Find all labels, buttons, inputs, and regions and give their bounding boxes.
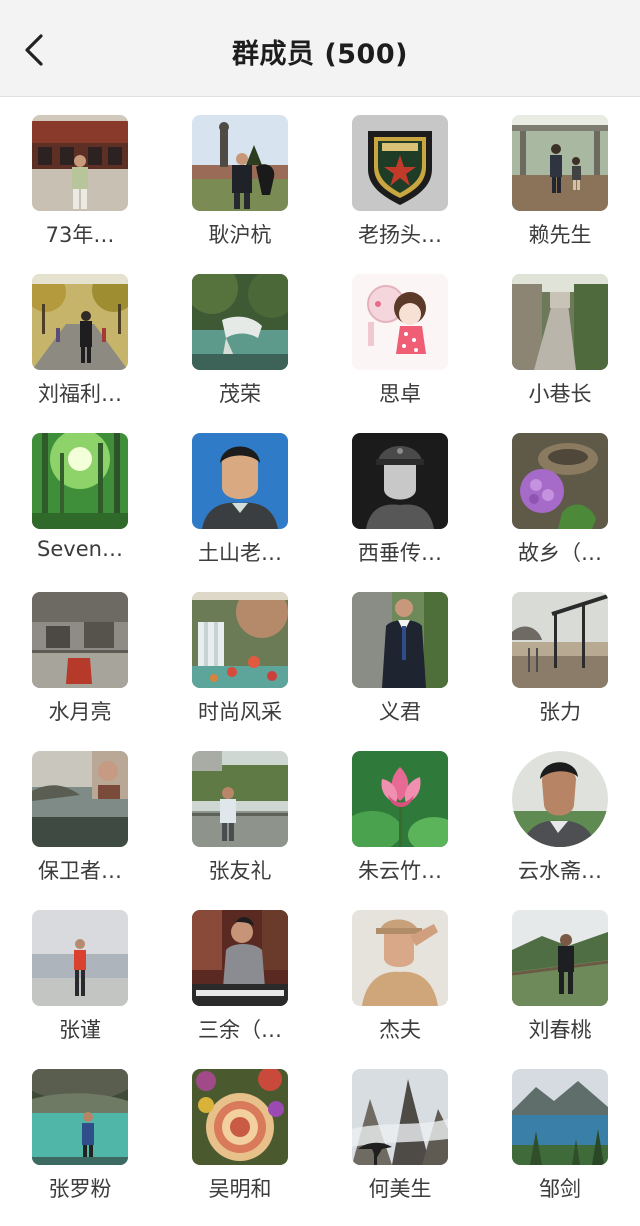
member-name: 刘福利… [38,382,122,406]
portrait-salute [352,910,448,1006]
member-name: 张罗粉 [48,1177,112,1201]
member-name: 义君 [379,700,421,724]
member-name: 邹剑 [539,1177,581,1201]
portrait-soldier-bw [352,433,448,529]
member-item[interactable]: 耿沪杭 [160,112,320,271]
photo-lake-mountains [512,1069,608,1165]
photo-man-mountain [512,910,608,1006]
member-name: 张力 [539,700,581,724]
member-item[interactable]: 杰夫 [320,907,480,1066]
photo-lotus [352,751,448,847]
member-name: 思卓 [379,382,421,406]
member-name: 茂荣 [219,382,261,406]
member-name: 吴明和 [208,1177,272,1201]
page-title: 群成员 (500) [232,39,408,70]
member-row: 刘福利… 茂荣 思卓 小巷长 [0,271,640,430]
member-item[interactable]: 73年… [0,112,160,271]
member-item[interactable]: 土山老… [160,430,320,589]
photo-man-suit [352,592,448,688]
member-name: 张谨 [59,1018,101,1042]
photo-man-building [32,115,128,211]
member-name: 土山老… [198,541,282,565]
member-name: 张友礼 [208,859,272,883]
member-name: 何美生 [368,1177,432,1201]
member-name: 云水斋… [518,859,602,883]
photo-hydrangea [512,433,608,529]
member-name: 老扬头… [358,223,442,247]
member-row: 张罗粉 吴明和 何美生 邹剑 [0,1066,640,1225]
member-name: 耿沪杭 [208,223,272,247]
member-item[interactable]: 小巷长 [480,271,640,430]
member-name: 时尚风采 [198,700,282,724]
member-name: 保卫者… [38,859,122,883]
member-item[interactable]: 云水斋… [480,748,640,907]
member-name: 小巷长 [528,382,592,406]
member-item[interactable]: 张力 [480,589,640,748]
cartoon-girl [352,274,448,370]
member-row: 张谨 三余（… 杰夫 刘春桃 [0,907,640,1066]
member-item[interactable]: Seven… [0,430,160,589]
member-item[interactable]: 故乡（… [480,430,640,589]
photo-man-piano [192,910,288,1006]
member-name: Seven… [37,537,123,561]
member-row: 水月亮 时尚风采 义君 张力 [0,589,640,748]
portrait-circle [512,751,608,847]
member-item[interactable]: 水月亮 [0,589,160,748]
photo-rock-carving [32,592,128,688]
photo-cave-lake [32,1069,128,1165]
member-item[interactable]: 张罗粉 [0,1066,160,1225]
member-name: 故乡（… [518,541,602,565]
navigation-bar: 群成员 (500) [0,0,640,97]
member-item[interactable]: 刘福利… [0,271,160,430]
photo-boardwalk [512,115,608,211]
member-name: 三余（… [198,1018,282,1042]
member-item[interactable]: 思卓 [320,271,480,430]
member-row: 保卫者… 张友礼 朱云竹… 云水斋… [0,748,640,907]
member-name: 水月亮 [48,700,112,724]
member-row: 73年… 耿沪杭 老扬头… 赖先生 [0,112,640,271]
member-item[interactable]: 时尚风采 [160,589,320,748]
photo-park-structure [512,592,608,688]
member-name: 杰夫 [379,1018,421,1042]
photo-man-statue [192,115,288,211]
member-item[interactable]: 保卫者… [0,748,160,907]
member-row: Seven… 土山老… 西垂传… 故乡（… [0,430,640,589]
army-badge [352,115,448,211]
member-grid: 73年… 耿沪杭 老扬头… 赖先生 刘福利… 茂荣 思卓 小巷长 Seven… … [0,112,640,1225]
painting-mountains [352,1069,448,1165]
member-item[interactable]: 张谨 [0,907,160,1066]
member-item[interactable]: 三余（… [160,907,320,1066]
photo-alley [512,274,608,370]
photo-avenue [32,274,128,370]
photo-waterfall-green [192,274,288,370]
photo-man-railing [192,751,288,847]
photo-waterfall-flowers [192,592,288,688]
member-item[interactable]: 赖先生 [480,112,640,271]
photo-lake-portrait [32,751,128,847]
member-item[interactable]: 刘春桃 [480,907,640,1066]
member-item[interactable]: 义君 [320,589,480,748]
member-item[interactable]: 朱云竹… [320,748,480,907]
member-item[interactable]: 张友礼 [160,748,320,907]
member-name: 73年… [45,223,115,247]
member-name: 西垂传… [358,541,442,565]
member-item[interactable]: 吴明和 [160,1066,320,1225]
member-name: 朱云竹… [358,859,442,883]
member-item[interactable]: 邹剑 [480,1066,640,1225]
photo-forest-sun [32,433,128,529]
member-item[interactable]: 老扬头… [320,112,480,271]
member-name: 赖先生 [528,223,592,247]
photo-man-beach [32,910,128,1006]
member-item[interactable]: 茂荣 [160,271,320,430]
member-name: 刘春桃 [528,1018,592,1042]
member-item[interactable]: 何美生 [320,1066,480,1225]
photo-chrysanthemum [192,1069,288,1165]
portrait-blue [192,433,288,529]
member-item[interactable]: 西垂传… [320,430,480,589]
